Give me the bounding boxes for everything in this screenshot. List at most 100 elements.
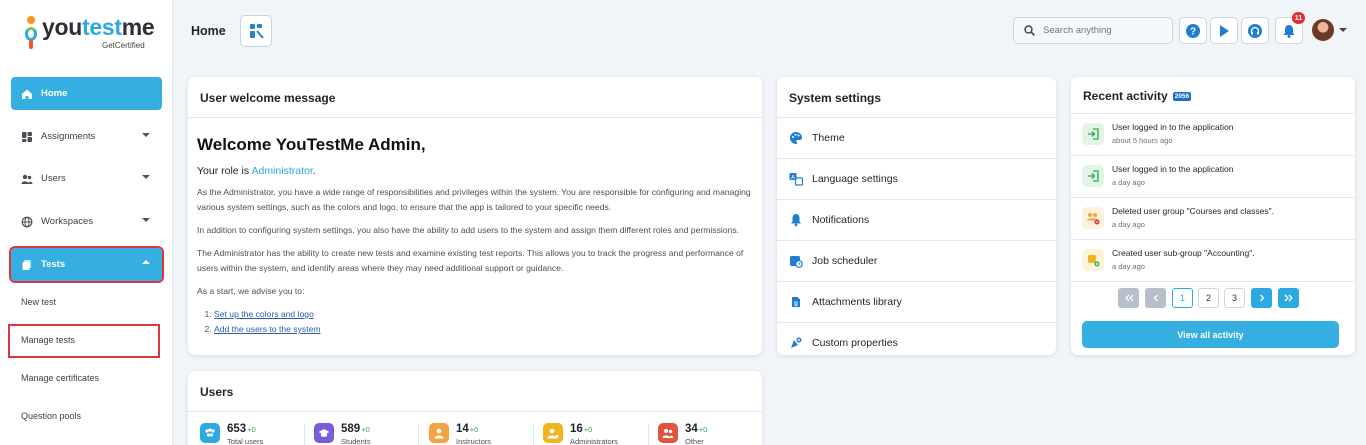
list-item[interactable]: Created user sub-group "Accounting". a d… [1071,240,1355,282]
chevron-up-icon [142,260,150,264]
divider [188,411,762,412]
divider [648,423,649,445]
list-item[interactable]: User logged in to the application about … [1071,114,1355,156]
chevron-down-icon[interactable] [1339,28,1347,32]
attachment-icon [788,295,803,310]
page-button-2[interactable]: 2 [1198,288,1219,308]
help-button[interactable]: ? [1179,17,1207,44]
other-users-icon [658,423,678,443]
view-all-activity-button[interactable]: View all activity [1082,321,1339,348]
sidebar-item-label: Users [41,173,66,184]
advice-list: Set up the colors and logo Add the users… [197,307,752,337]
settings-item-language[interactable]: A Language settings [777,159,1056,200]
users-icon [21,173,33,185]
quick-actions-button[interactable] [240,15,272,47]
stat-value: 14+0 [456,423,479,435]
chevron-right-icon [1259,294,1264,302]
card-title: System settings [789,91,882,105]
activity-time: a day ago [1112,178,1145,187]
sidebar-subitem-new-test[interactable]: New test [21,297,56,307]
play-icon [1220,24,1229,37]
page-button-1[interactable]: 1 [1172,288,1193,308]
system-settings-card: System settings Theme A Language setting… [777,77,1056,355]
settings-item-attachments[interactable]: Attachments library [777,282,1056,323]
welcome-heading: Welcome YouTestMe Admin, [197,135,426,154]
next-page-button[interactable] [1251,288,1272,308]
sidebar-item-label: Home [41,88,68,99]
users-card: Users 653+0 Total users 589+0 Students 1… [188,371,762,445]
group-add-icon [1082,249,1104,271]
activity-count-badge: 2056 [1172,92,1192,101]
stat-label: Other [685,437,704,445]
search-input[interactable] [1043,25,1163,36]
setup-colors-link[interactable]: Set up the colors and logo [214,309,314,319]
graduation-cap-icon [314,423,334,443]
stat-label: Administrators [570,437,618,445]
logo-wordmark: youtestme [42,14,155,40]
welcome-paragraph: In addition to configuring system settin… [197,225,740,235]
palette-icon [788,131,803,146]
sidebar-item-label: Tests [41,259,66,270]
double-chevron-left-icon [1124,294,1133,302]
stat-value: 16+0 [570,423,593,435]
activity-title: User logged in to the application [1112,122,1234,132]
sidebar-item-label: Assignments [41,131,96,142]
last-page-button[interactable] [1278,288,1299,308]
globe-icon [21,216,33,228]
sidebar-item-workspaces[interactable]: Workspaces [11,205,162,238]
list-item: Set up the colors and logo [214,307,752,322]
welcome-paragraph: The Administrator has the ability to cre… [197,248,744,273]
sidebar-item-tests[interactable]: Tests [9,246,164,283]
users-group-icon [200,423,220,443]
settings-item-notifications[interactable]: Notifications [777,200,1056,241]
avatar[interactable] [1312,19,1334,41]
svg-text:?: ? [1190,26,1196,37]
activity-time: a day ago [1112,262,1145,271]
sidebar-item-assignments[interactable]: Assignments [11,120,162,153]
card-title: Users [200,385,234,399]
sidebar-subitem-question-pools[interactable]: Question pools [21,411,81,421]
chevron-down-icon [142,133,150,137]
logo-tagline: GetCertified [102,41,145,50]
sidebar-subitem-manage-tests[interactable]: Manage tests [21,335,75,345]
sidebar-item-users[interactable]: Users [11,162,162,195]
settings-item-theme[interactable]: Theme [777,118,1056,159]
stat-value: 653+0 [227,423,256,435]
play-button[interactable] [1210,17,1238,44]
settings-item-job-scheduler[interactable]: Job scheduler [777,241,1056,282]
sidebar-item-label: Workspaces [41,216,94,227]
search-box[interactable] [1013,17,1173,44]
instructor-icon [429,423,449,443]
add-users-link[interactable]: Add the users to the system [214,324,321,334]
sidebar-item-home[interactable]: Home [11,77,162,110]
welcome-paragraph: As the Administrator, you have a wide ra… [197,187,751,212]
activity-title: Created user sub-group "Accounting". [1112,248,1255,258]
role-link[interactable]: Administrator [251,165,312,177]
settings-item-label: Custom properties [812,337,898,349]
app-logo[interactable]: youtestme GetCertified [24,14,155,54]
activity-title: User logged in to the application [1112,164,1234,174]
translate-icon: A [788,172,803,187]
card-title: User welcome message [200,91,336,105]
sidebar-subitem-manage-certificates[interactable]: Manage certificates [21,373,99,383]
settings-item-label: Language settings [812,173,898,185]
svg-text:A: A [791,175,795,181]
help-icon: ? [1186,23,1200,38]
settings-item-label: Theme [812,132,845,144]
list-item: Add the users to the system [214,322,752,337]
prev-page-button[interactable] [1145,288,1166,308]
list-item[interactable]: Deleted user group "Courses and classes"… [1071,198,1355,240]
tests-icon [21,259,33,271]
stat-label: Total users [227,437,264,445]
first-page-button[interactable] [1118,288,1139,308]
divider [188,117,762,118]
page-button-3[interactable]: 3 [1224,288,1245,308]
list-item[interactable]: User logged in to the application a day … [1071,156,1355,198]
stat-label: Students [341,437,371,445]
stat-value: 34+0 [685,423,708,435]
settings-item-custom-properties[interactable]: Custom properties [777,323,1056,355]
chevron-left-icon [1153,294,1158,302]
double-chevron-right-icon [1284,294,1293,302]
group-delete-icon [1082,207,1104,229]
support-button[interactable] [1241,17,1269,44]
